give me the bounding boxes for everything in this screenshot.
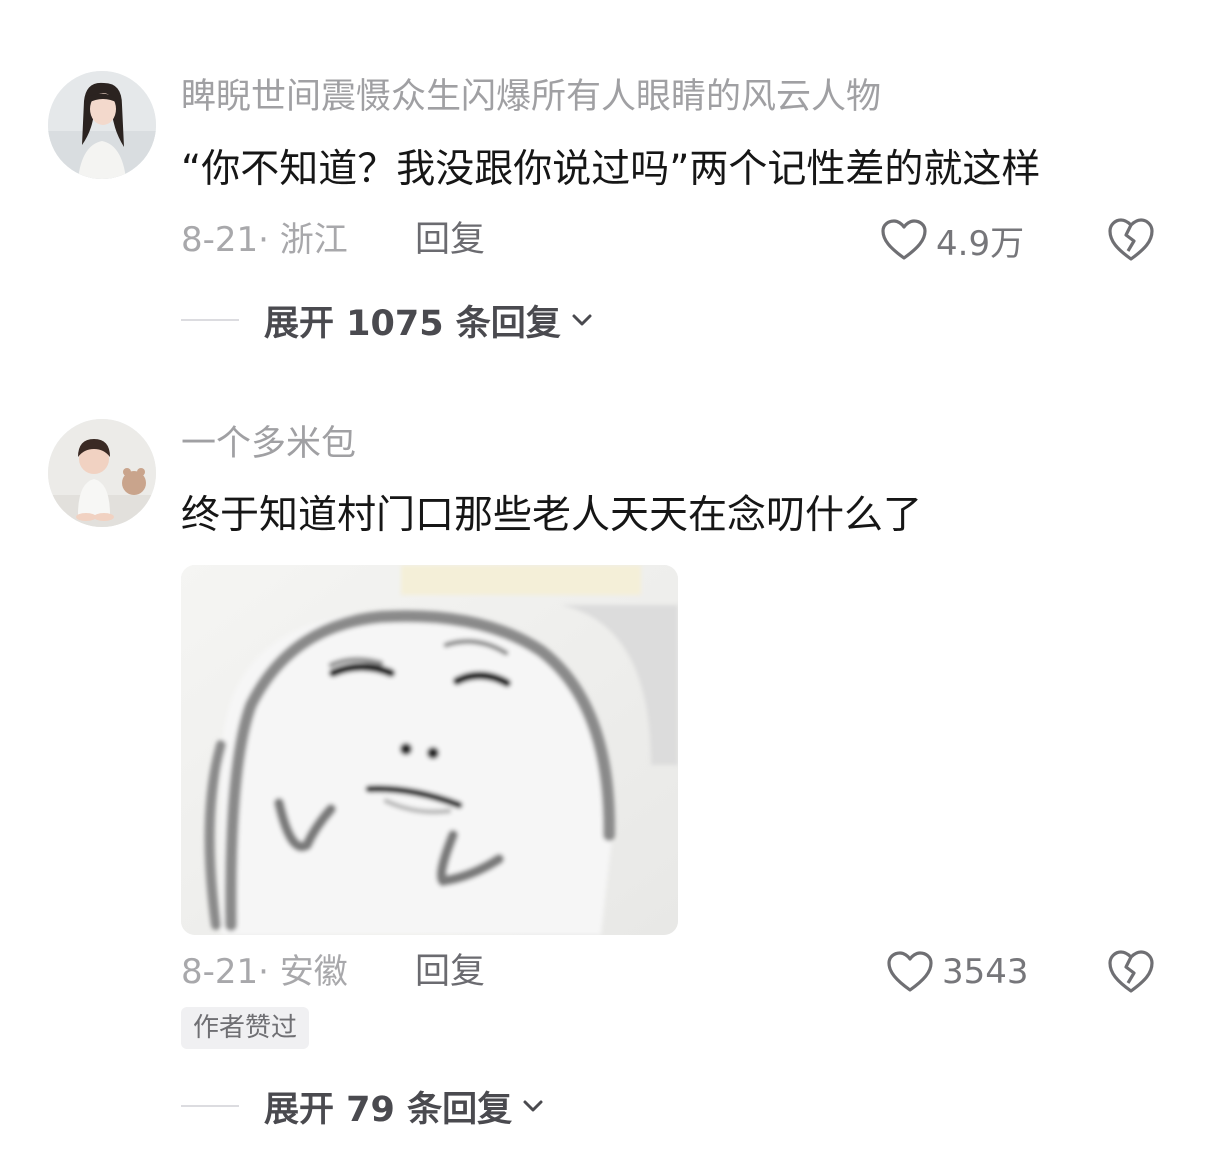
chevron-down-icon — [523, 1100, 543, 1112]
chevron-down-icon — [572, 314, 592, 326]
avatar[interactable] — [48, 71, 156, 179]
username[interactable]: 睥睨世间震慑众生闪爆所有人眼睛的风云人物 — [181, 75, 881, 119]
expand-replies-button[interactable]: 展开 79 条回复 — [181, 1084, 546, 1130]
broken-heart-icon — [1108, 218, 1154, 261]
like-button[interactable]: 3543 — [886, 950, 1029, 994]
reply-button[interactable]: 回复 — [415, 950, 485, 994]
like-button[interactable]: 4.9万 — [880, 218, 1025, 264]
expand-replies-button[interactable]: 展开 1075 条回复 — [181, 298, 595, 344]
divider — [181, 319, 239, 321]
avatar[interactable] — [48, 419, 156, 527]
divider — [181, 1105, 239, 1107]
expand-replies-label: 展开 1075 条回复 — [264, 303, 561, 344]
dislike-button[interactable] — [1106, 947, 1156, 997]
date-location: 8-21· 安徽 — [181, 952, 348, 992]
heart-outline-icon — [881, 219, 927, 260]
heart-outline-icon — [887, 951, 933, 992]
expand-replies-label: 展开 79 条回复 — [264, 1089, 513, 1130]
comment-text: 终于知道村门口那些老人天天在念叨什么了 — [181, 493, 923, 538]
meme-image[interactable] — [181, 565, 678, 935]
like-count: 3543 — [942, 952, 1029, 992]
like-count: 4.9万 — [936, 223, 1025, 264]
author-liked-badge: 作者赞过 — [181, 1007, 310, 1049]
comment-text: “你不知道？我没跟你说过吗”两个记性差的就这样 — [181, 147, 1041, 192]
dislike-button[interactable] — [1106, 215, 1156, 265]
reply-button[interactable]: 回复 — [415, 218, 485, 262]
date-location: 8-21· 浙江 — [181, 220, 348, 260]
broken-heart-icon — [1108, 950, 1154, 993]
username[interactable]: 一个多米包 — [181, 422, 356, 466]
